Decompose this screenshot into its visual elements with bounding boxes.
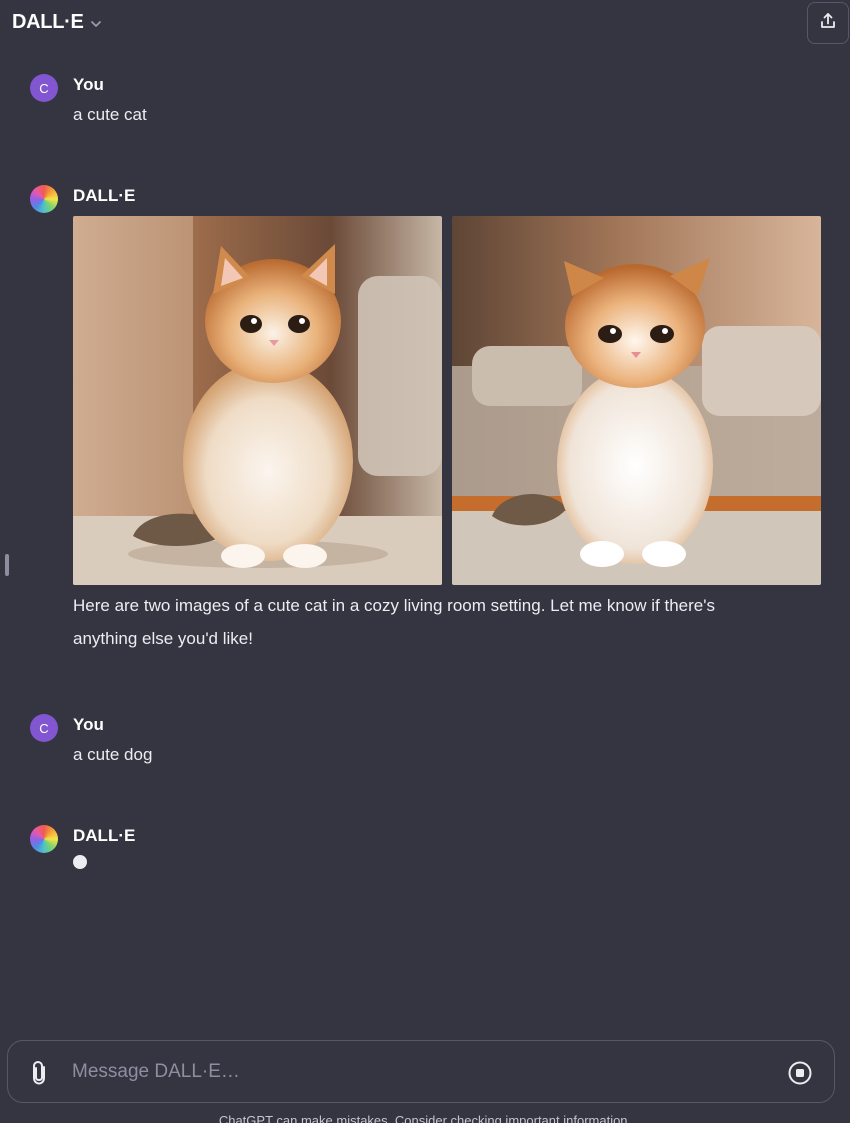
message-text: a cute cat bbox=[73, 105, 147, 124]
generating-indicator bbox=[73, 855, 87, 869]
model-selector[interactable]: DALL·E bbox=[12, 11, 102, 34]
avatar: C bbox=[30, 714, 58, 742]
share-button[interactable] bbox=[807, 2, 849, 44]
attach-button[interactable] bbox=[28, 1059, 54, 1087]
user-message: C You a cute dog bbox=[30, 714, 820, 774]
stop-icon bbox=[787, 1061, 813, 1090]
message-input[interactable] bbox=[72, 1055, 762, 1089]
dalle-avatar bbox=[30, 825, 58, 853]
sender-name: You bbox=[73, 715, 104, 734]
share-icon bbox=[818, 11, 838, 36]
avatar: C bbox=[30, 74, 58, 102]
model-title: DALL·E bbox=[12, 11, 84, 33]
paperclip-icon bbox=[28, 1061, 54, 1091]
sender-name: DALL·E bbox=[73, 186, 136, 205]
sender-name: You bbox=[73, 75, 104, 94]
dalle-avatar bbox=[30, 185, 58, 213]
disclaimer-text: ChatGPT can make mistakes. Consider chec… bbox=[218, 1113, 632, 1123]
generated-image-2[interactable] bbox=[452, 216, 821, 585]
generated-image-1[interactable] bbox=[73, 216, 442, 585]
top-bar: DALL·E bbox=[0, 0, 850, 46]
stop-generating-button[interactable] bbox=[787, 1060, 813, 1086]
chevron-down-icon bbox=[90, 17, 102, 29]
chat-app: DALL·E C You a cute cat DALL·E Here are … bbox=[0, 0, 850, 1123]
assistant-reply-text: Here are two images of a cute cat in a c… bbox=[30, 590, 821, 658]
sidebar-toggle-handle[interactable] bbox=[5, 554, 9, 576]
message-text-line-2: anything else you'd like! bbox=[73, 629, 253, 648]
user-message: C You a cute cat bbox=[30, 74, 820, 134]
message-text: a cute dog bbox=[73, 745, 153, 764]
message-composer bbox=[7, 1040, 835, 1103]
message-text-line-1: Here are two images of a cute cat in a c… bbox=[73, 596, 715, 615]
sender-name: DALL·E bbox=[73, 826, 136, 845]
assistant-message-pending: DALL·E bbox=[30, 825, 820, 885]
